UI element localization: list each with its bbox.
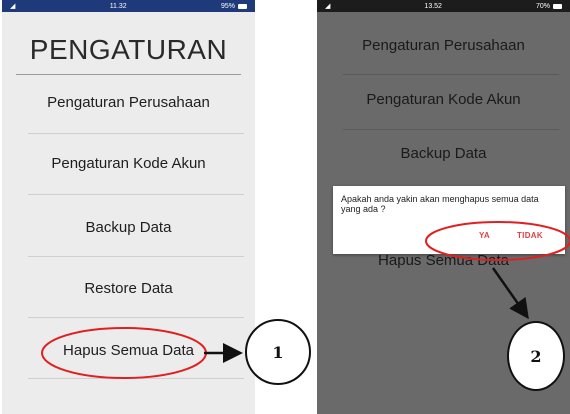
title-divider — [16, 74, 241, 75]
menu-item-backup-data[interactable]: Backup Data — [2, 219, 255, 236]
menu-item-pengaturan-kode-akun[interactable]: Pengaturan Kode Akun — [2, 155, 255, 172]
menu-item-hapus-semua-data[interactable]: Hapus Semua Data — [2, 342, 255, 359]
menu-item-backup-data: Backup Data — [400, 145, 487, 162]
page-title: PENGATURAN — [29, 34, 228, 65]
status-time: 13.52 — [424, 2, 442, 10]
menu-divider — [28, 256, 244, 257]
menu-item-pengaturan-perusahaan: Pengaturan Perusahaan — [362, 37, 525, 54]
status-bar: ◢ 11.32 95% — [2, 0, 255, 12]
status-bar: ◢ 13.52 70% — [317, 0, 570, 12]
yes-button[interactable]: YA — [479, 231, 490, 240]
menu-divider — [28, 378, 244, 379]
menu-divider — [28, 194, 244, 195]
step-1-callout: 1 — [245, 319, 311, 385]
status-time: 11.32 — [109, 2, 127, 10]
menu-divider — [343, 129, 559, 130]
step-2-callout: 2 — [507, 321, 565, 391]
menu-divider — [28, 317, 244, 318]
status-right: 95% — [221, 3, 247, 10]
menu-item-hapus-semua-data: Hapus Semua Data — [378, 252, 509, 269]
battery-icon — [553, 3, 562, 9]
confirm-dialog: Apakah anda yakin akan menghapus semua d… — [333, 186, 565, 254]
menu-item-pengaturan-kode-akun: Pengaturan Kode Akun — [366, 91, 521, 108]
battery-percent: 70% — [535, 2, 550, 10]
menu-divider — [343, 74, 559, 75]
dialog-message: Apakah anda yakin akan menghapus semua d… — [341, 194, 539, 214]
menu-divider — [28, 133, 244, 134]
no-button[interactable]: TIDAK — [517, 231, 543, 240]
menu-item-restore-data[interactable]: Restore Data — [2, 280, 255, 297]
settings-screen: ◢ 11.32 95% PENGATURAN Pengaturan Perusa… — [2, 0, 255, 414]
status-right: 70% — [536, 3, 562, 10]
battery-icon — [238, 3, 247, 9]
menu-item-pengaturan-perusahaan[interactable]: Pengaturan Perusahaan — [2, 94, 255, 111]
battery-percent: 95% — [220, 2, 235, 10]
